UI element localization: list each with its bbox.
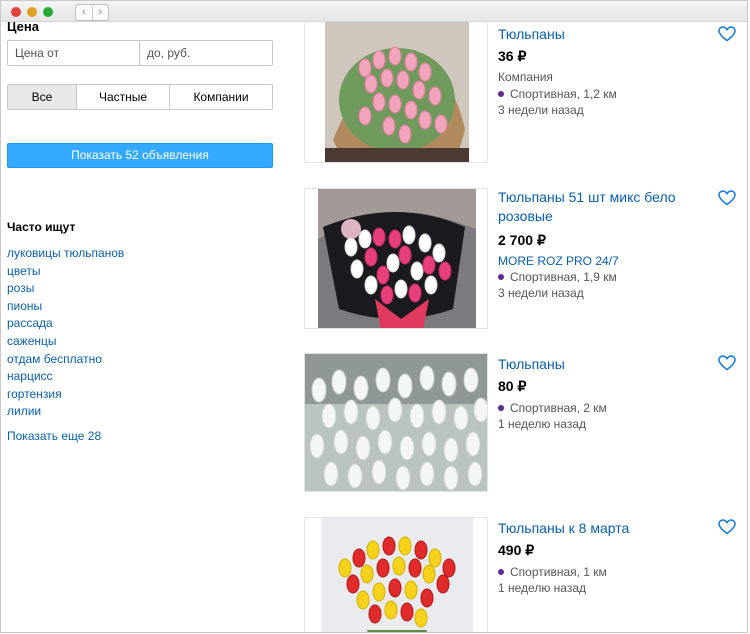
seller-type-all[interactable]: Все xyxy=(8,85,76,109)
location: Спортивная, 2 км xyxy=(498,401,607,415)
listing-price: 36 ₽ xyxy=(498,48,526,65)
location: Спортивная, 1 км xyxy=(498,565,607,579)
location-text: Спортивная, 1,2 км xyxy=(510,87,617,101)
listing-card: Тюльпаны 51 шт микс бело розовые 2 700 ₽… xyxy=(304,188,747,329)
price-value: 490 xyxy=(498,542,522,558)
ruble-sign: ₽ xyxy=(525,542,535,558)
listing-price: 2 700 ₽ xyxy=(498,232,546,249)
popular-link[interactable]: цветы xyxy=(7,263,124,281)
favorite-heart-icon[interactable] xyxy=(718,519,736,535)
maximize-window-icon[interactable] xyxy=(43,7,53,17)
minimize-window-icon[interactable] xyxy=(27,7,37,17)
popular-link[interactable]: розы xyxy=(7,280,124,298)
seller-label: Компания xyxy=(498,70,553,84)
listing-price: 80 ₽ xyxy=(498,378,526,395)
seller-type-private[interactable]: Частные xyxy=(76,85,169,109)
show-results-button[interactable]: Показать 52 объявления xyxy=(7,143,273,168)
price-to-input[interactable] xyxy=(140,40,273,66)
price-value: 36 xyxy=(498,48,514,64)
listing-title[interactable]: Тюльпаны к 8 марта xyxy=(498,519,708,538)
seller-name[interactable]: MORE ROZ PRO 24/7 xyxy=(498,254,619,268)
popular-link[interactable]: нарцисс xyxy=(7,368,124,386)
seller-type-companies[interactable]: Компании xyxy=(169,85,272,109)
popular-link[interactable]: лилии xyxy=(7,403,124,421)
nav-buttons: ‹ › xyxy=(75,4,109,21)
listing-photo[interactable] xyxy=(304,517,488,632)
favorite-heart-icon[interactable] xyxy=(718,355,736,371)
location-text: Спортивная, 1,9 км xyxy=(510,270,617,284)
popular-link[interactable]: луковицы тюльпанов xyxy=(7,245,124,263)
close-window-icon[interactable] xyxy=(11,7,21,17)
listing-price: 490 ₽ xyxy=(498,542,534,559)
price-range xyxy=(7,40,273,66)
posted-time: 3 недели назад xyxy=(498,103,584,117)
price-value: 80 xyxy=(498,378,514,394)
price-from-input[interactable] xyxy=(7,40,140,66)
location-text: Спортивная, 1 км xyxy=(510,565,607,579)
show-more-link[interactable]: Показать еще 28 xyxy=(7,429,101,443)
window-titlebar: ‹ › xyxy=(0,0,748,22)
popular-searches-title: Часто ищут xyxy=(7,220,76,234)
listing-title[interactable]: Тюльпаны 51 шт микс бело розовые xyxy=(498,188,708,226)
metro-dot-icon xyxy=(498,569,504,575)
ruble-sign: ₽ xyxy=(536,232,546,248)
back-icon[interactable]: ‹ xyxy=(76,5,92,20)
ruble-sign: ₽ xyxy=(517,48,527,64)
location-text: Спортивная, 2 км xyxy=(510,401,607,415)
listing-card: Тюльпаны 36 ₽ Компания Спортивная, 1,2 к… xyxy=(304,22,747,163)
listing-title[interactable]: Тюльпаны xyxy=(498,355,708,374)
favorite-heart-icon[interactable] xyxy=(718,26,736,42)
location: Спортивная, 1,2 км xyxy=(498,87,617,101)
price-filter-title: Цена xyxy=(7,22,39,34)
listing-card: Тюльпаны к 8 марта 490 ₽ Спортивная, 1 к… xyxy=(304,517,747,632)
popular-searches-list: луковицы тюльпанов цветы розы пионы расс… xyxy=(7,245,124,421)
posted-time: 3 недели назад xyxy=(498,286,584,300)
posted-time: 1 неделю назад xyxy=(498,581,587,595)
metro-dot-icon xyxy=(498,405,504,411)
location: Спортивная, 1,9 км xyxy=(498,270,617,284)
metro-dot-icon xyxy=(498,274,504,280)
popular-link[interactable]: рассада xyxy=(7,315,124,333)
popular-link[interactable]: пионы xyxy=(7,298,124,316)
listing-photo[interactable] xyxy=(304,188,488,329)
price-value: 2 700 xyxy=(498,232,534,248)
listing-photo[interactable] xyxy=(304,22,488,163)
page-viewport: Цена Все Частные Компании Показать 52 об… xyxy=(0,22,748,633)
forward-icon[interactable]: › xyxy=(91,5,109,20)
seller-type-toggle: Все Частные Компании xyxy=(7,84,273,110)
metro-dot-icon xyxy=(498,91,504,97)
popular-link[interactable]: гортензия xyxy=(7,386,124,404)
listing-photo[interactable] xyxy=(304,353,488,492)
popular-link[interactable]: саженцы xyxy=(7,333,124,351)
favorite-heart-icon[interactable] xyxy=(718,190,736,206)
listing-card: Тюльпаны 80 ₽ Спортивная, 2 км 1 неделю … xyxy=(304,353,747,493)
ruble-sign: ₽ xyxy=(517,378,527,394)
popular-link[interactable]: отдам бесплатно xyxy=(7,351,124,369)
posted-time: 1 неделю назад xyxy=(498,417,587,431)
listing-title[interactable]: Тюльпаны xyxy=(498,25,708,44)
